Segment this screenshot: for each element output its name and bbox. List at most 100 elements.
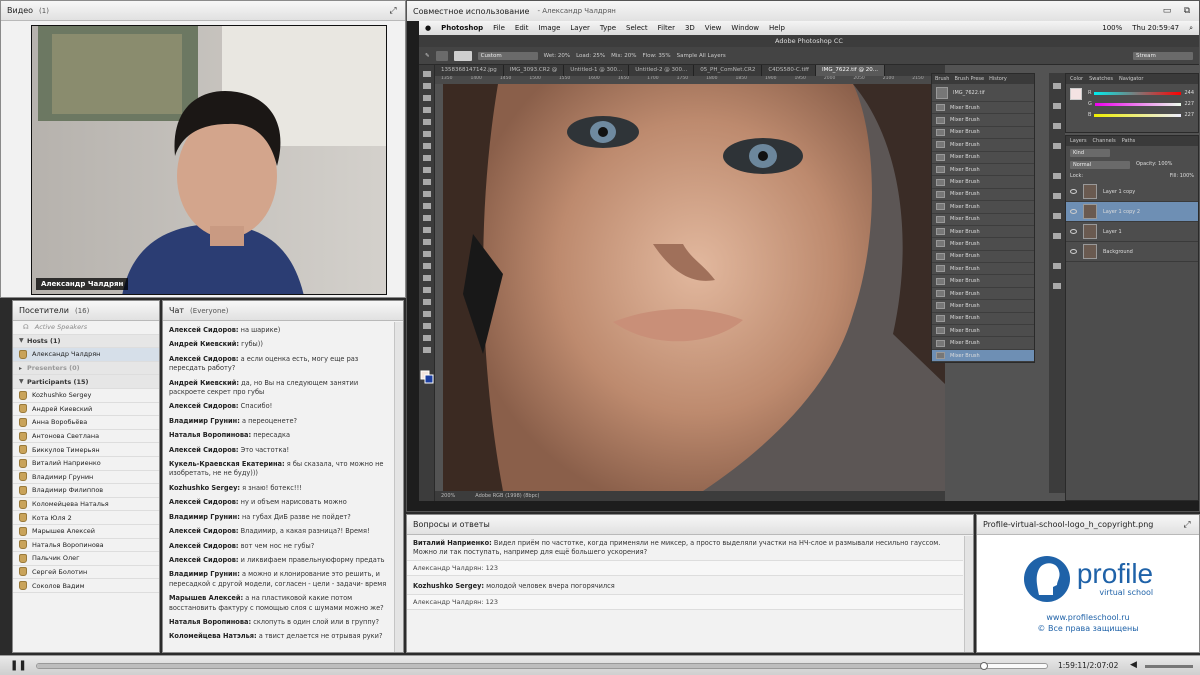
history-tab[interactable]: History: [989, 76, 1007, 82]
document-tab[interactable]: IMG_3093.CR2 @: [504, 65, 565, 76]
color-tab[interactable]: Color: [1070, 76, 1083, 82]
progress-track[interactable]: [36, 662, 1048, 670]
history-step[interactable]: Mixer Brush: [932, 300, 1034, 313]
participant-row[interactable]: Сергей Болотин: [13, 566, 159, 580]
ps-options-bar: ✎ Custom Wet: 20% Load: 25% Mix: 20% Flo…: [419, 47, 1199, 65]
history-tab[interactable]: Brush Prese: [954, 76, 984, 82]
participant-row[interactable]: Соколов Вадим: [13, 579, 159, 593]
green-value: 227: [1184, 101, 1194, 107]
green-slider[interactable]: [1094, 103, 1182, 106]
volume-icon[interactable]: ◀: [1130, 660, 1137, 670]
menu-item[interactable]: Layer: [570, 24, 590, 32]
document-tab[interactable]: C4DS580-C.tiff: [762, 65, 816, 76]
menu-item[interactable]: Window: [731, 24, 759, 32]
document-tab[interactable]: IMG_7622.tif @ 20...: [815, 65, 885, 76]
layer-row[interactable]: Layer 1 copy: [1066, 182, 1198, 202]
history-tab[interactable]: Brush: [935, 76, 949, 82]
history-step[interactable]: Mixer Brush: [932, 164, 1034, 177]
eye-icon[interactable]: [1070, 209, 1077, 214]
menu-item[interactable]: 3D: [685, 24, 695, 32]
eye-icon[interactable]: [1070, 229, 1077, 234]
document-tab[interactable]: Untitled-2 @ 300...: [629, 65, 695, 76]
group-participants[interactable]: ▼ Participants (15): [13, 375, 159, 389]
history-step[interactable]: Mixer Brush: [932, 114, 1034, 127]
menu-item[interactable]: Image: [538, 24, 560, 32]
participant-row[interactable]: Кота Юля 2: [13, 511, 159, 525]
eye-icon[interactable]: [1070, 249, 1077, 254]
layers-tab[interactable]: Layers: [1070, 138, 1087, 144]
layer-row[interactable]: Background: [1066, 242, 1198, 262]
host-row[interactable]: Александр Чалдрян: [13, 348, 159, 362]
participant-row[interactable]: Владимир Грунин: [13, 471, 159, 485]
menu-item[interactable]: View: [705, 24, 722, 32]
group-presenters[interactable]: ▸ Presenters (0): [13, 361, 159, 376]
participant-row[interactable]: Биккулов Тимерьян: [13, 443, 159, 457]
qa-scrollbar[interactable]: [964, 536, 973, 652]
maximize-icon[interactable]: ⤢: [387, 5, 399, 17]
menu-item[interactable]: File: [493, 24, 505, 32]
history-step[interactable]: Mixer Brush: [932, 263, 1034, 276]
participant-row[interactable]: Виталий Наприенко: [13, 457, 159, 471]
history-step[interactable]: Mixer Brush: [932, 201, 1034, 214]
chat-text: склопуть в один слой или в группу?: [251, 617, 380, 626]
history-step[interactable]: Mixer Brush: [932, 139, 1034, 152]
maximize-icon[interactable]: ⤢: [1181, 519, 1193, 531]
history-step[interactable]: Mixer Brush: [932, 238, 1034, 251]
color-sliders: R 244 G 227 B 227: [1066, 84, 1198, 125]
history-step[interactable]: Mixer Brush: [932, 288, 1034, 301]
menu-item[interactable]: Type: [600, 24, 616, 32]
document-tab[interactable]: 1358368147142.jpg: [435, 65, 504, 76]
history-step[interactable]: Mixer Brush: [932, 214, 1034, 226]
participant-row[interactable]: Антонова Светлана: [13, 430, 159, 444]
eye-icon[interactable]: [1070, 189, 1077, 194]
red-slider[interactable]: [1094, 92, 1182, 95]
mixer-brush-icon: [936, 141, 945, 149]
history-step[interactable]: Mixer Brush: [932, 176, 1034, 189]
color-profile: Adobe RGB (1998) (8bpc): [475, 493, 540, 499]
color-tab[interactable]: Swatches: [1089, 76, 1113, 82]
document-tab[interactable]: 05_PH_ComNet.CR2: [694, 65, 763, 76]
brand-url[interactable]: www.profileschool.ru: [1046, 613, 1129, 622]
history-step[interactable]: Mixer Brush: [932, 337, 1034, 350]
color-tab[interactable]: Navigator: [1119, 76, 1143, 82]
group-hosts[interactable]: ▼ Hosts (1): [13, 334, 159, 349]
history-step[interactable]: Mixer Brush: [932, 226, 1034, 239]
history-step[interactable]: Mixer Brush: [932, 313, 1034, 326]
history-step[interactable]: Mixer Brush: [932, 325, 1034, 338]
participant-row[interactable]: Владимир Филиппов: [13, 484, 159, 498]
participant-row[interactable]: Kozhushko Sergey: [13, 389, 159, 403]
chat-scrollbar[interactable]: [394, 322, 403, 652]
menu-item[interactable]: Help: [769, 24, 785, 32]
history-step[interactable]: Mixer Brush: [932, 102, 1034, 115]
document-tab[interactable]: Untitled-1 @ 300...: [564, 65, 630, 76]
layers-tab[interactable]: Channels: [1093, 138, 1116, 144]
layer-row[interactable]: Layer 1: [1066, 222, 1198, 242]
volume-slider[interactable]: [1145, 665, 1193, 668]
menu-item[interactable]: Filter: [658, 24, 675, 32]
layers-tab[interactable]: Paths: [1122, 138, 1136, 144]
progress-knob[interactable]: [980, 662, 989, 670]
participant-row[interactable]: Марышев Алексей: [13, 525, 159, 539]
history-step[interactable]: Mixer Brush: [932, 189, 1034, 202]
layer-row[interactable]: Layer 1 copy 2: [1066, 202, 1198, 222]
participant-row[interactable]: Пальчик Олег: [13, 552, 159, 566]
foreground-swatch[interactable]: [1070, 88, 1082, 100]
blue-slider[interactable]: [1094, 114, 1182, 117]
participant-row[interactable]: Наталья Воропинова: [13, 539, 159, 553]
menu-item[interactable]: Select: [626, 24, 648, 32]
mixer-brush-icon: [936, 290, 945, 298]
history-step[interactable]: Mixer Brush: [932, 152, 1034, 164]
history-step[interactable]: Mixer Brush: [932, 349, 1034, 363]
participant-row[interactable]: Анна Воробьёва: [13, 416, 159, 430]
pause-icon[interactable]: ❚❚: [10, 660, 27, 671]
chat-author: Наталья Воропинова:: [169, 617, 252, 626]
history-step[interactable]: Mixer Brush: [932, 127, 1034, 140]
minimize-icon[interactable]: ▭: [1161, 5, 1173, 17]
history-step[interactable]: Mixer Brush: [932, 275, 1034, 288]
active-speakers-row[interactable]: ☊ Active Speakers: [13, 321, 159, 335]
restore-icon[interactable]: ⧉: [1181, 5, 1193, 17]
participant-row[interactable]: Андрей Киевский: [13, 403, 159, 417]
history-step[interactable]: Mixer Brush: [932, 251, 1034, 264]
menu-item[interactable]: Edit: [515, 24, 529, 32]
participant-row[interactable]: Коломейцева Наталья: [13, 498, 159, 512]
